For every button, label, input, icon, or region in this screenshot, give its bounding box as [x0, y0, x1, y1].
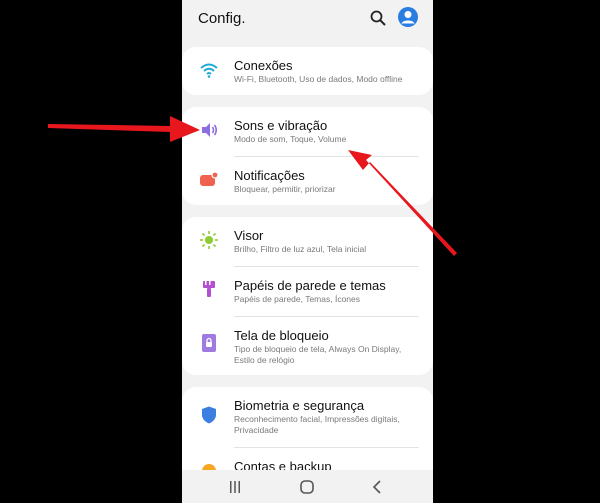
- annotation-arrow-right: [348, 150, 457, 256]
